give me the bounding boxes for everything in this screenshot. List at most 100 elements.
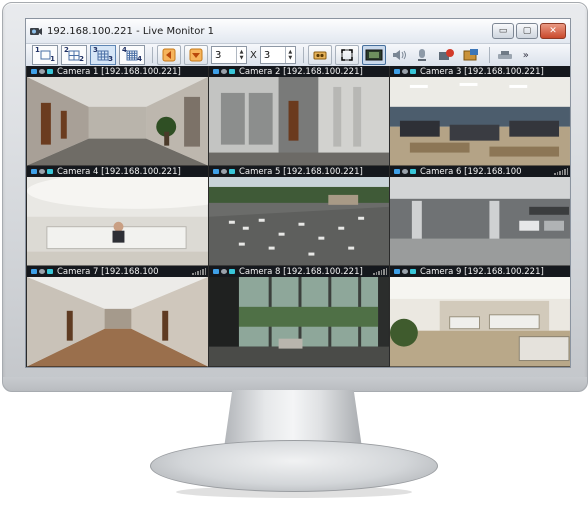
camera-7-video [27, 277, 208, 367]
camera-tile[interactable]: Camera 1 [192.168.100.221] [26, 66, 208, 166]
audio-button[interactable] [389, 46, 409, 64]
app-camera-icon [29, 25, 43, 37]
speaker-icon [392, 50, 406, 60]
minimize-button[interactable]: ▭ [492, 23, 514, 39]
layout-4x4-label-top: 4 [122, 46, 127, 54]
rows-spinner[interactable]: 3 ▲ ▼ [211, 46, 247, 64]
spinner-arrows-icon[interactable]: ▲ ▼ [284, 47, 295, 63]
camera-tile[interactable]: Camera 5 [192.168.100.221] [208, 166, 389, 266]
maximize-icon: ▢ [522, 25, 532, 36]
signal-strength-icon [192, 268, 206, 275]
arrow-down-icon [189, 48, 203, 62]
camera-tile[interactable]: Camera 2 [192.168.100.221] [208, 66, 389, 166]
close-button[interactable]: ✕ [540, 23, 566, 39]
camera-title-bar: Camera 4 [192.168.100.221] [27, 166, 208, 177]
layout-4x4-label-bottom: 4 [137, 55, 142, 63]
ptz-camera-icon [497, 51, 512, 59]
camera-8-video [209, 277, 389, 367]
close-icon: ✕ [549, 25, 557, 36]
camera-2-video [209, 77, 389, 166]
more-tools-icon[interactable]: » [519, 46, 533, 64]
camera-title-bar: Camera 6 [192.168.100 [390, 166, 570, 177]
layout-1x1-label-bottom: 1 [50, 55, 55, 63]
camera-tile[interactable]: Camera 8 [192.168.100.221] [208, 266, 389, 367]
toolbar-separator [302, 47, 304, 63]
camera-title-bar: Camera 5 [192.168.100.221] [209, 166, 389, 177]
playback-button[interactable] [460, 46, 482, 64]
layout-3x3-label-bottom: 3 [108, 55, 113, 63]
tape-icon [313, 51, 327, 60]
microphone-icon [417, 49, 426, 61]
layout-2x2-button[interactable]: 2 2 [61, 45, 87, 65]
camera-label: Camera 8 [192.168.100.221] [239, 266, 363, 277]
grid-size-separator: X [250, 49, 257, 61]
camera-tile[interactable]: Camera 6 [192.168.100 [389, 166, 570, 266]
monitor-stand-base [150, 440, 438, 492]
film-icon [365, 49, 383, 61]
camera-9-video [390, 277, 570, 367]
layout-4x4-button[interactable]: 4 4 [119, 45, 145, 65]
camera-status-icon [213, 169, 235, 174]
camera-tile[interactable]: Camera 3 [192.168.100.221] [389, 66, 570, 166]
fullscreen-button[interactable] [334, 45, 359, 65]
playback-icon [463, 49, 478, 61]
rows-value: 3 [215, 49, 222, 61]
layout-1x1-label-top: 1 [35, 46, 40, 54]
camera-status-icon [31, 69, 53, 74]
camera-status-icon [213, 269, 235, 274]
camera-tile[interactable]: Camera 4 [192.168.100.221] [26, 166, 208, 266]
fullscreen-icon [341, 49, 353, 61]
spinner-arrows-icon[interactable]: ▲ ▼ [236, 47, 246, 63]
camera-tile[interactable]: Camera 7 [192.168.100 [26, 266, 208, 367]
layout-3x3-label-top: 3 [93, 46, 98, 54]
toolbar-separator [488, 47, 490, 63]
arrow-left-icon [162, 48, 176, 62]
monitor-chin [3, 377, 587, 391]
signal-strength-icon [554, 168, 568, 175]
layout-2x2-label-top: 2 [64, 46, 69, 54]
camera-5-video [209, 177, 389, 266]
camera-label: Camera 1 [192.168.100.221] [57, 66, 181, 77]
maximize-button[interactable]: ▢ [516, 23, 538, 39]
title-bar[interactable]: 192.168.100.221 - Live Monitor 1 ▭ ▢ ✕ [26, 19, 570, 43]
cols-spinner[interactable]: 3 ▲ ▼ [259, 46, 296, 64]
microphone-button[interactable] [412, 46, 432, 64]
camera-3-video [390, 77, 570, 166]
camera-title-bar: Camera 1 [192.168.100.221] [27, 66, 208, 77]
window-title: 192.168.100.221 - Live Monitor 1 [47, 25, 215, 37]
toolbar-separator [152, 47, 153, 63]
camera-status-icon [394, 69, 416, 74]
camera-title-bar: Camera 9 [192.168.100.221] [390, 266, 570, 277]
camera-status-icon [31, 169, 53, 174]
video-mode-button[interactable] [361, 45, 386, 65]
camera-label: Camera 9 [192.168.100.221] [420, 266, 544, 277]
app-window: 192.168.100.221 - Live Monitor 1 ▭ ▢ ✕ 1… [25, 18, 571, 368]
layout-3x3-button[interactable]: 3 3 [90, 45, 116, 65]
camera-status-icon [31, 269, 53, 274]
camera-status-icon [394, 169, 416, 174]
camera-label: Camera 6 [192.168.100 [420, 166, 522, 177]
camera-title-bar: Camera 2 [192.168.100.221] [209, 66, 389, 77]
signal-strength-icon [373, 268, 387, 275]
camera-title-bar: Camera 8 [192.168.100.221] [209, 266, 389, 277]
camera-label: Camera 7 [192.168.100 [57, 266, 159, 277]
record-icon [438, 49, 454, 60]
camera-tile[interactable]: Camera 9 [192.168.100.221] [389, 266, 570, 367]
record-button[interactable] [435, 46, 457, 64]
camera-label: Camera 4 [192.168.100.221] [57, 166, 181, 177]
layout-1x1-button[interactable]: 1 1 [32, 45, 58, 65]
cols-value: 3 [263, 49, 271, 61]
camera-4-video [27, 177, 208, 266]
camera-label: Camera 3 [192.168.100.221] [420, 66, 544, 77]
layout-2x2-label-bottom: 2 [79, 55, 84, 63]
camera-label: Camera 5 [192.168.100.221] [239, 166, 363, 177]
camera-title-bar: Camera 7 [192.168.100 [27, 266, 208, 277]
toolbar: 1 1 2 2 3 3 4 4 3 ▲ ▼ X 3 ▲ ▼ » [26, 43, 570, 67]
camera-status-icon [213, 69, 235, 74]
camera-1-video [27, 77, 208, 166]
camera-6-video [390, 177, 570, 266]
snapshot-button[interactable] [307, 45, 332, 65]
next-page-button[interactable] [184, 45, 208, 65]
previous-page-button[interactable] [157, 45, 181, 65]
ptz-button[interactable] [494, 46, 516, 64]
